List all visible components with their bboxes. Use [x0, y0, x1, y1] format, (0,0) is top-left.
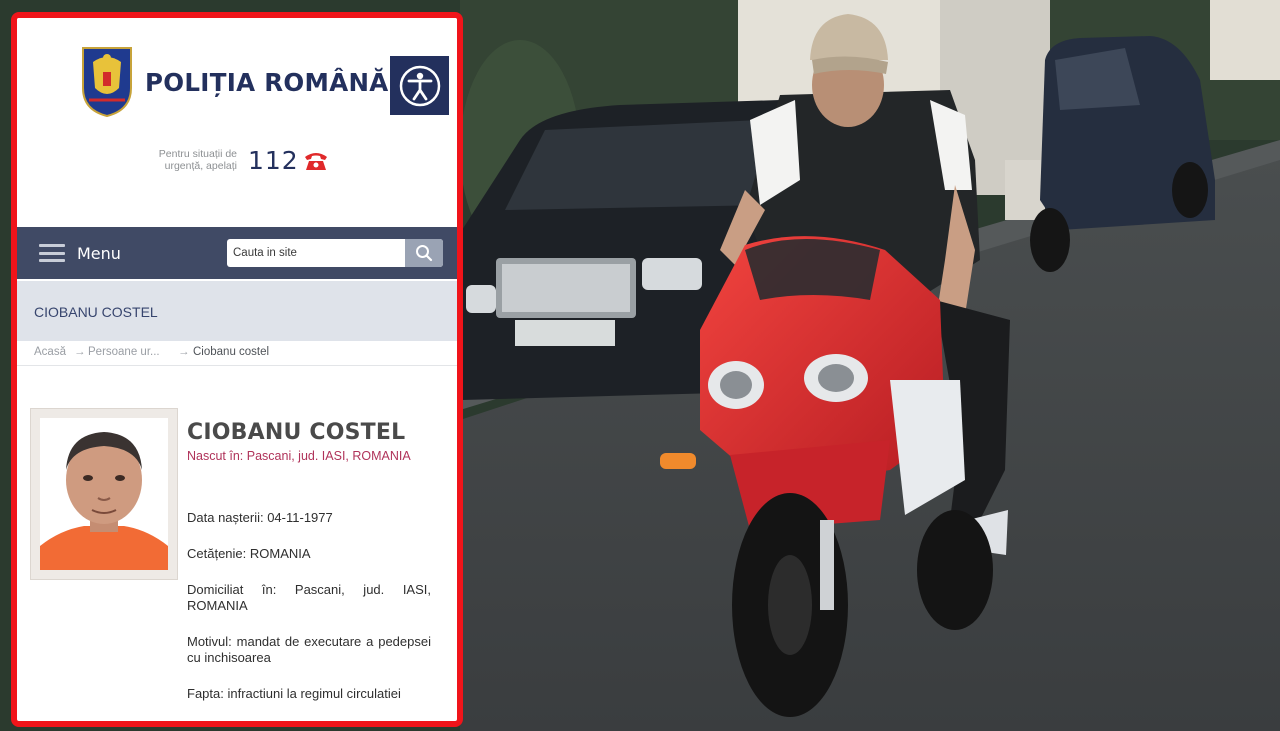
search-input[interactable]: [227, 239, 403, 267]
breadcrumb-home[interactable]: Acasă: [34, 346, 66, 358]
search-icon: [416, 245, 433, 262]
person-offense: Fapta: infractiuni la regimul circulatie…: [187, 686, 401, 701]
main-navbar: Menu: [17, 227, 457, 279]
suspect-portrait: [40, 418, 168, 570]
breadcrumb-wanted-persons[interactable]: Persoane ur...: [88, 346, 160, 358]
accessibility-icon: [399, 65, 440, 106]
menu-button[interactable]: Menu: [39, 240, 121, 266]
site-title[interactable]: POLIȚIA ROMÂNĂ: [145, 68, 389, 97]
person-domicile: Domiciliat în: Pascani, jud. IASI, ROMAN…: [187, 582, 431, 613]
person-citizenship: Cetățenie: ROMANIA: [187, 546, 311, 561]
romanian-police-crest-icon: [82, 47, 132, 118]
search-box: [227, 239, 443, 267]
breadcrumb-separator: →: [74, 346, 86, 358]
hamburger-menu-icon: [39, 244, 65, 262]
site-header: POLIȚIA ROMÂNĂ Pentru situații de urgenț…: [17, 18, 457, 224]
breadcrumb: Acasă → Persoane ur... → Ciobanu costel: [17, 341, 457, 366]
police-website-screenshot: POLIȚIA ROMÂNĂ Pentru situații de urgenț…: [11, 12, 463, 727]
phone-icon: [305, 153, 327, 170]
breadcrumb-separator: →: [178, 346, 190, 358]
accessibility-button[interactable]: [390, 56, 449, 115]
emergency-text: Pentru situații de urgență, apelați: [158, 148, 237, 172]
page-title-strip: CIOBANU COSTEL: [17, 281, 457, 341]
page-title: CIOBANU COSTEL: [34, 304, 158, 320]
menu-label: Menu: [77, 243, 121, 263]
search-button[interactable]: [405, 239, 443, 267]
breadcrumb-current: Ciobanu costel: [193, 346, 270, 358]
emergency-number[interactable]: 112: [248, 146, 299, 175]
person-name: CIOBANU COSTEL: [187, 420, 406, 445]
suspect-photo-card: [30, 408, 178, 580]
person-birth-date: Data nașterii: 04-11-1977: [187, 510, 333, 525]
person-warrant-reason: Motivul: mandat de executare a pedepsei …: [187, 634, 431, 665]
person-birthplace: Nascut în: Pascani, jud. IASI, ROMANIA: [187, 449, 411, 463]
